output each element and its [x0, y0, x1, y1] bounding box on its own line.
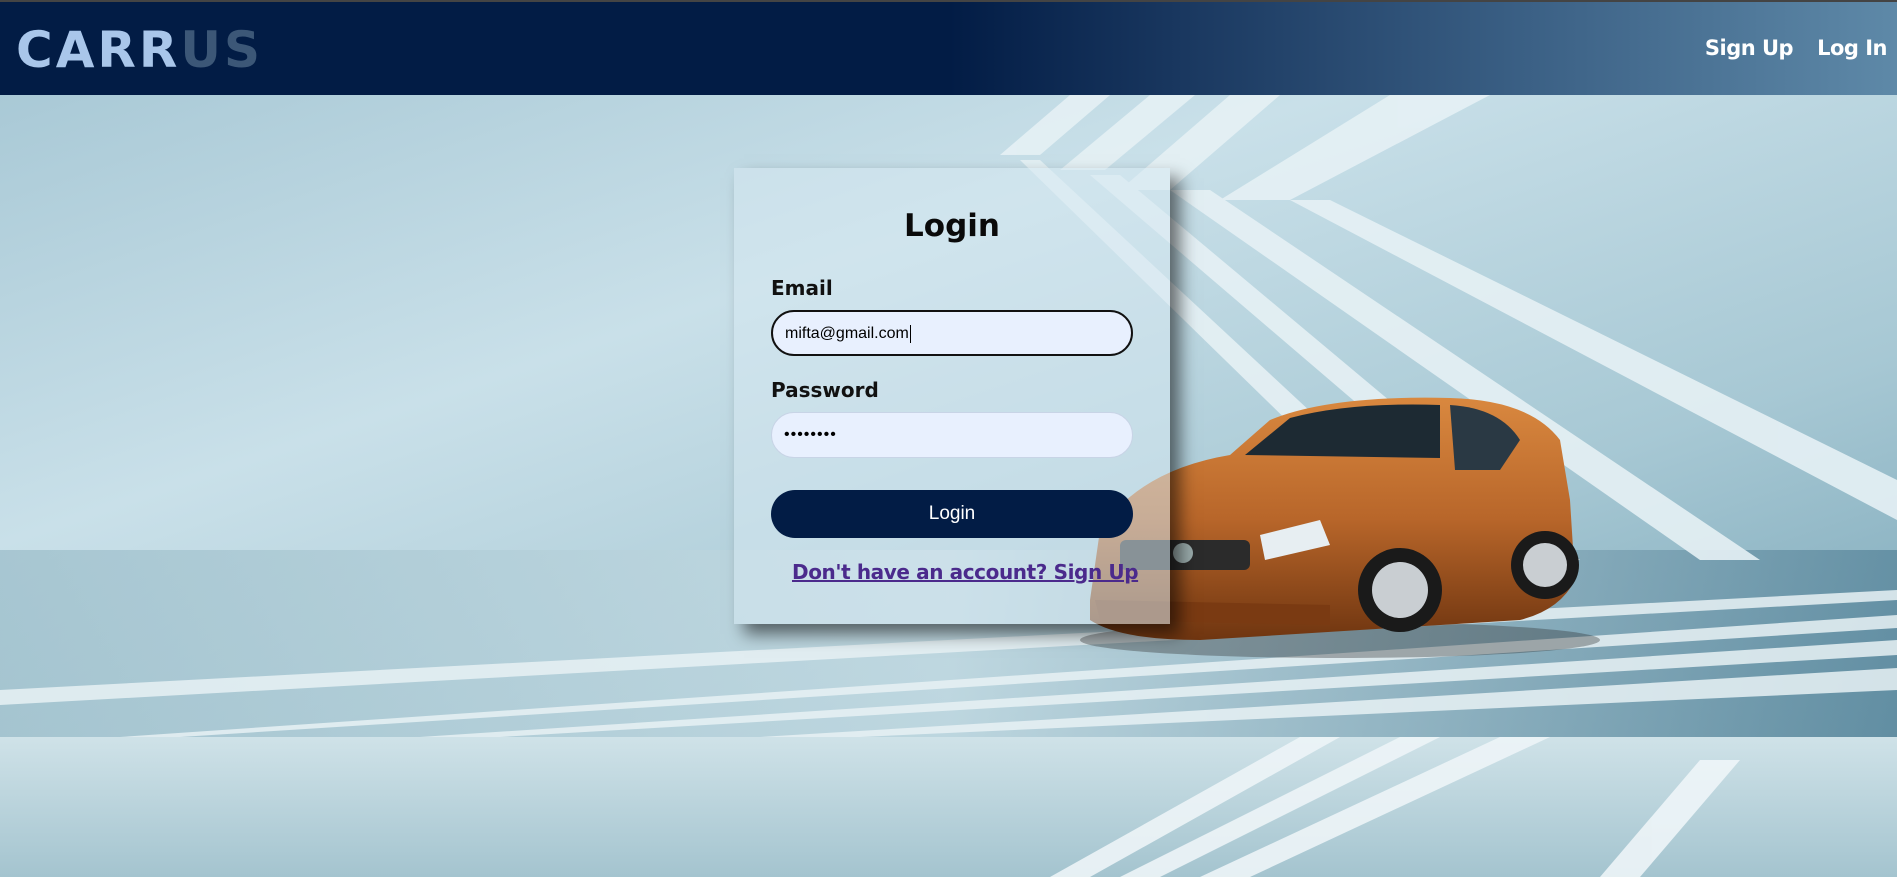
nav-links: Sign Up Log In: [1705, 36, 1888, 60]
password-label: Password: [771, 378, 879, 402]
password-value: ••••••••: [784, 426, 837, 443]
nav-signup-link[interactable]: Sign Up: [1705, 36, 1794, 60]
signup-prompt-link[interactable]: Don't have an account? Sign Up: [792, 560, 1139, 584]
nav-login-link[interactable]: Log In: [1817, 36, 1887, 60]
text-caret: [909, 324, 911, 343]
password-field[interactable]: ••••••••: [771, 412, 1133, 458]
logo-text-part2: US: [180, 21, 264, 79]
logo-text-part1: CARR: [16, 21, 181, 79]
top-navbar: CARRUS Sign Up Log In: [0, 0, 1897, 95]
email-field[interactable]: mifta@gmail.com: [771, 310, 1133, 356]
email-value: mifta@gmail.com: [785, 325, 909, 342]
login-button[interactable]: Login: [771, 490, 1133, 538]
email-label: Email: [771, 276, 833, 300]
carrus-logo[interactable]: CARRUS: [16, 22, 263, 78]
login-title: Login: [904, 208, 1000, 244]
login-card: Login Email mifta@gmail.com Password •••…: [734, 168, 1170, 624]
